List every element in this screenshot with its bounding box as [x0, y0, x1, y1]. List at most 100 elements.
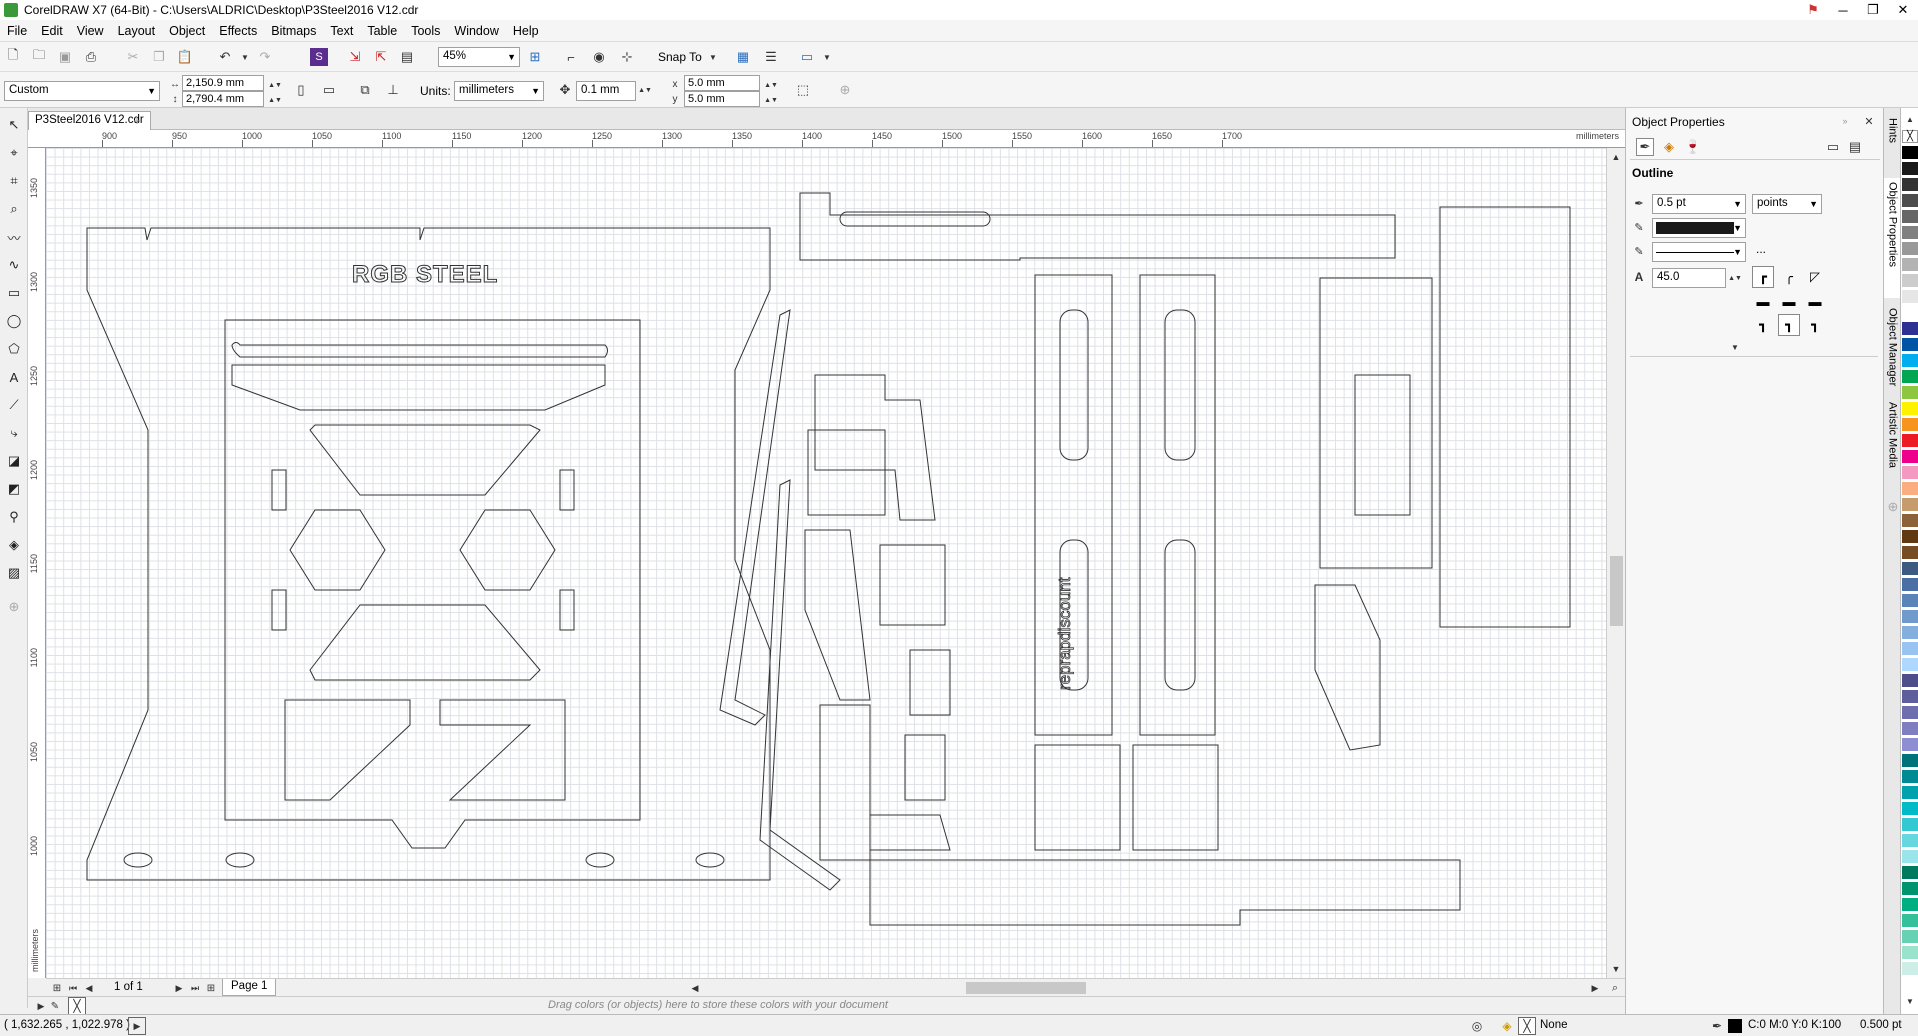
palette-swatch[interactable]	[1902, 498, 1918, 511]
nudge-distance-field[interactable]: 0.1 mm	[576, 81, 636, 101]
scroll-right-icon[interactable]: ▶	[1586, 979, 1604, 997]
menu-object[interactable]: Object	[162, 24, 212, 38]
palette-swatch[interactable]	[1902, 962, 1918, 975]
duplicate-x-field[interactable]: 5.0 mm	[684, 75, 760, 91]
restore-button[interactable]: ❐	[1858, 0, 1888, 20]
redo-icon[interactable]: ↷	[256, 48, 274, 66]
interactive-fill-tool-icon[interactable]: ◈	[5, 536, 23, 554]
scroll-up-icon[interactable]: ▲	[1607, 148, 1625, 166]
print-icon[interactable]: ⎙	[82, 48, 100, 66]
help-flag-icon[interactable]: ⚑	[1798, 0, 1828, 20]
fill-tab-icon[interactable]: ◈	[1660, 138, 1678, 156]
palette-scroll-down-icon[interactable]: ▼	[1901, 992, 1918, 1010]
palette-swatch[interactable]	[1902, 258, 1918, 271]
rectangle-tool-icon[interactable]: ▭	[5, 284, 23, 302]
color-proof-icon[interactable]: ◎	[1468, 1017, 1486, 1035]
shape-tool-icon[interactable]: ⌖	[5, 144, 23, 162]
menu-edit[interactable]: Edit	[34, 24, 70, 38]
outline-width-select[interactable]: 0.5 pt ▼	[1652, 194, 1746, 214]
palette-swatch[interactable]	[1902, 418, 1918, 431]
square-cap-icon[interactable]: ▬	[1752, 290, 1774, 312]
page-width-field[interactable]: 2,150.9 mm	[182, 75, 264, 91]
frame-tab-icon[interactable]: ▭	[1824, 138, 1842, 156]
palette-swatch[interactable]	[1902, 850, 1918, 863]
docker-collapse-icon[interactable]: »	[1836, 112, 1854, 130]
current-page-icon[interactable]: ⊥	[384, 81, 402, 99]
palette-swatch[interactable]	[1902, 562, 1918, 575]
landscape-icon[interactable]: ▭	[320, 81, 338, 99]
save-icon[interactable]: ▣	[56, 48, 74, 66]
parallel-dimension-tool-icon[interactable]: ⟋	[5, 396, 23, 414]
palette-swatch[interactable]	[1902, 674, 1918, 687]
palette-swatch[interactable]	[1902, 386, 1918, 399]
palette-swatch[interactable]	[1902, 626, 1918, 639]
welcome-chevron-icon[interactable]: ▼	[818, 48, 836, 66]
palette-swatch[interactable]	[1902, 482, 1918, 495]
snap-to-chevron-icon[interactable]: ▼	[704, 48, 722, 66]
palette-swatch[interactable]	[1902, 306, 1918, 319]
page-tab[interactable]: Page 1	[222, 979, 277, 996]
document-palette[interactable]: ▶ ✎ ╳ Drag colors (or objects) here to s…	[28, 996, 1625, 1015]
palette-swatch[interactable]	[1902, 930, 1918, 943]
welcome-screen-icon[interactable]: ▭	[798, 48, 816, 66]
expand-section-icon[interactable]: ▼	[1726, 338, 1744, 356]
show-guidelines-icon[interactable]: ⊹	[618, 48, 636, 66]
bevel-join-icon[interactable]: ◸	[1804, 266, 1826, 288]
page-size-select[interactable]: Custom ▼	[4, 81, 160, 101]
round-join-icon[interactable]: ╭	[1778, 266, 1800, 288]
paste-icon[interactable]: 📋	[176, 48, 194, 66]
nudge-spin-icon[interactable]: ▲▼	[636, 81, 654, 99]
menu-effects[interactable]: Effects	[212, 24, 264, 38]
drop-shadow-tool-icon[interactable]: ◪	[5, 452, 23, 470]
palette-swatch[interactable]	[1902, 226, 1918, 239]
palette-swatch[interactable]	[1902, 466, 1918, 479]
application-launcher-icon[interactable]: ☰	[762, 48, 780, 66]
menu-help[interactable]: Help	[506, 24, 546, 38]
horizontal-ruler[interactable]: 900 950 1000 1050 1100 1150 1200 1250 1300 1350 14…	[28, 130, 1625, 148]
menu-view[interactable]: View	[70, 24, 111, 38]
palette-swatch[interactable]	[1902, 162, 1918, 175]
palette-swatch[interactable]	[1902, 818, 1918, 831]
palette-swatch[interactable]	[1902, 914, 1918, 927]
scroll-left-icon[interactable]: ◀	[686, 979, 704, 997]
options-icon[interactable]: ▦	[734, 48, 752, 66]
menu-window[interactable]: Window	[447, 24, 505, 38]
docker-close-icon[interactable]: ✕	[1860, 112, 1878, 130]
palette-swatch[interactable]	[1902, 146, 1918, 159]
horizontal-scroll-thumb[interactable]	[966, 982, 1086, 994]
extended-cap-icon[interactable]: ▬	[1804, 290, 1826, 312]
previous-page-icon[interactable]: ◀	[80, 979, 98, 997]
copy-icon[interactable]: ❐	[150, 48, 168, 66]
menu-tools[interactable]: Tools	[404, 24, 447, 38]
smart-fill-tool-icon[interactable]: ▨	[5, 564, 23, 582]
palette-swatch[interactable]	[1902, 866, 1918, 879]
cut-icon[interactable]: ✂	[124, 48, 142, 66]
palette-swatch[interactable]	[1902, 786, 1918, 799]
palette-swatch[interactable]	[1902, 450, 1918, 463]
palette-swatch[interactable]	[1902, 178, 1918, 191]
minimize-button[interactable]: ─	[1828, 0, 1858, 20]
menu-layout[interactable]: Layout	[111, 24, 163, 38]
menu-table[interactable]: Table	[360, 24, 404, 38]
transparency-tab-icon[interactable]: 🍷	[1684, 138, 1702, 156]
undo-dropdown-icon[interactable]: ▼	[236, 48, 254, 66]
corel-connect-icon[interactable]: S	[310, 48, 328, 66]
palette-swatch[interactable]	[1902, 834, 1918, 847]
open-icon[interactable]: 🗀	[30, 47, 48, 66]
treat-as-filled-icon[interactable]: ⬚	[794, 81, 812, 99]
undo-icon[interactable]: ↶	[216, 48, 234, 66]
palette-swatch[interactable]	[1902, 770, 1918, 783]
vertical-scrollbar[interactable]: ▲ ▼	[1606, 148, 1625, 978]
palette-swatch[interactable]	[1902, 882, 1918, 895]
center-position-icon[interactable]: ┓	[1778, 314, 1800, 336]
add-toolbar-item-icon[interactable]: ⊕	[836, 81, 854, 99]
publish-pdf-icon[interactable]: ▤	[398, 48, 416, 66]
palette-swatch[interactable]	[1902, 594, 1918, 607]
palette-swatch[interactable]	[1902, 370, 1918, 383]
inside-position-icon[interactable]: ┓	[1804, 314, 1826, 336]
color-palette[interactable]: ▲ ╳ ▼	[1900, 108, 1918, 1014]
menu-file[interactable]: File	[0, 24, 34, 38]
palette-swatch[interactable]	[1902, 338, 1918, 351]
outline-pen-tab-icon[interactable]: ✒	[1636, 138, 1654, 156]
show-grid-icon[interactable]: ◉	[590, 48, 608, 66]
